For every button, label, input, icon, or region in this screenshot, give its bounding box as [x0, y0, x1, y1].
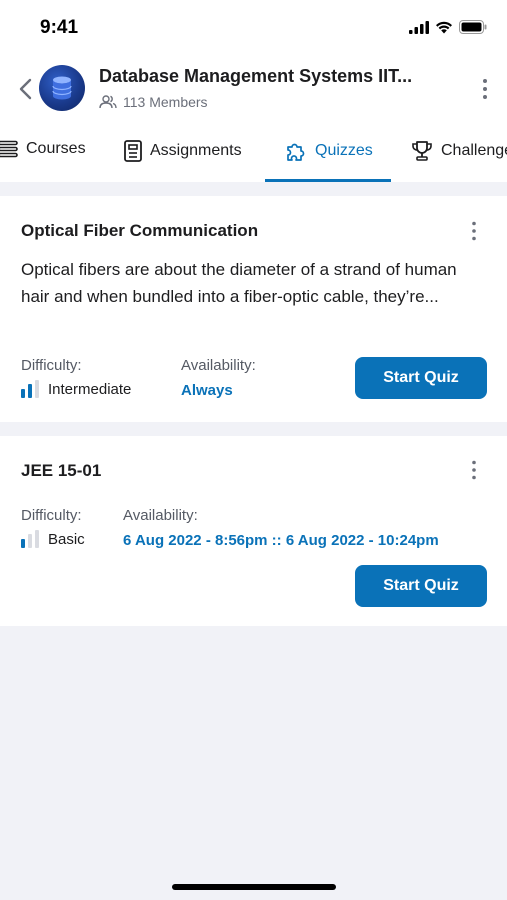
difficulty-bars-icon: [21, 380, 39, 398]
status-bar: 9:41: [0, 0, 507, 56]
members-count[interactable]: 113 Members: [99, 94, 208, 110]
group-title[interactable]: Database Management Systems IIT...: [99, 66, 412, 87]
difficulty-text: Intermediate: [48, 380, 132, 398]
tab-courses-label: Courses: [26, 140, 86, 157]
difficulty-bars-icon: [21, 530, 39, 548]
tab-courses[interactable]: Courses: [0, 140, 86, 158]
top-section: 9:41 Database Management Systems IIT... …: [0, 0, 507, 182]
tab-challenge[interactable]: Challenge: [411, 140, 507, 162]
members-label: 113 Members: [123, 94, 208, 110]
tab-quizzes-label: Quizzes: [315, 142, 373, 159]
difficulty-text: Basic: [48, 530, 85, 548]
status-icons: [409, 20, 487, 34]
availability-label: Availability:: [181, 357, 256, 374]
more-options-icon[interactable]: [481, 78, 489, 100]
database-icon: [52, 76, 72, 100]
active-tab-indicator: [265, 179, 391, 182]
difficulty-value: Intermediate: [21, 380, 131, 398]
signal-icon: [409, 20, 429, 34]
quiz-title: Optical Fiber Communication: [21, 221, 259, 240]
quiz-card[interactable]: Optical Fiber Communication Optical fibe…: [0, 196, 507, 422]
members-icon: [99, 95, 117, 109]
tab-challenge-label: Challenge: [441, 142, 507, 159]
start-quiz-button[interactable]: Start Quiz: [355, 357, 487, 399]
puzzle-icon: [287, 143, 305, 161]
quiz-card[interactable]: JEE 15-01 Difficulty: Basic Availability…: [0, 436, 507, 626]
difficulty-label: Difficulty:: [21, 357, 82, 374]
tab-quizzes[interactable]: Quizzes: [285, 140, 373, 162]
difficulty-label: Difficulty:: [21, 507, 82, 524]
difficulty-value: Basic: [21, 530, 85, 548]
document-icon: [124, 140, 142, 162]
battery-icon: [459, 20, 487, 34]
tab-bar: Courses Assignments Quizzes Challenge: [0, 128, 507, 182]
tab-assignments-label: Assignments: [150, 142, 242, 159]
start-quiz-button[interactable]: Start Quiz: [355, 565, 487, 607]
availability-label: Availability:: [123, 507, 198, 524]
tab-assignments[interactable]: Assignments: [124, 140, 242, 162]
more-options-icon[interactable]: [471, 221, 477, 241]
group-header: Database Management Systems IIT... 113 M…: [0, 56, 507, 124]
quiz-title: JEE 15-01: [21, 461, 102, 480]
availability-value: Always: [181, 382, 233, 399]
quiz-description: Optical fibers are about the diameter of…: [21, 260, 457, 306]
trophy-icon: [412, 141, 432, 161]
group-avatar[interactable]: [39, 65, 85, 111]
back-chevron-icon[interactable]: [16, 76, 36, 102]
availability-value: 6 Aug 2022 - 8:56pm :: 6 Aug 2022 - 10:2…: [123, 532, 439, 549]
more-options-icon[interactable]: [471, 460, 477, 480]
home-indicator[interactable]: [172, 884, 336, 890]
wifi-icon: [436, 21, 452, 33]
list-icon: [0, 140, 18, 158]
status-time: 9:41: [40, 17, 79, 38]
